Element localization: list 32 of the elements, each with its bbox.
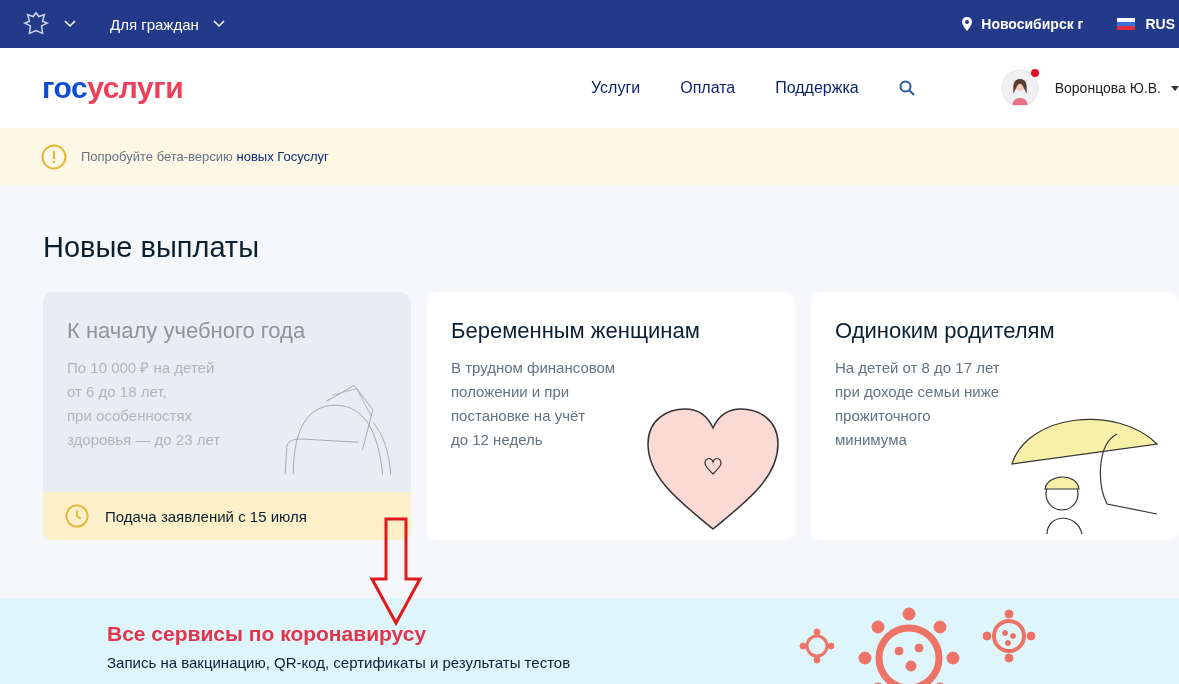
chevron-icon[interactable] bbox=[212, 20, 225, 28]
clock-icon bbox=[65, 504, 89, 528]
caret-icon[interactable] bbox=[1171, 85, 1179, 91]
card-description: В трудном финансовом положении и при постановке на учёт до 12 недель bbox=[451, 358, 616, 450]
card-title: К началу учебного года bbox=[67, 318, 306, 344]
notice-text: Подача заявлений с 15 июля bbox=[105, 507, 307, 525]
chevron-icon[interactable] bbox=[64, 20, 76, 28]
payment-card[interactable]: Одиноким родителям На детей от 8 до 17 лет при доходе семьи ниже прожиточного минимума bbox=[811, 292, 1179, 540]
card-description: На детей от 8 до 17 лет при доходе семьи ниже прожиточного минимума bbox=[835, 358, 1000, 450]
beta-message: Попробуйте бета-версию новых Госуслуг bbox=[81, 149, 329, 164]
section-title: Новые выплаты bbox=[43, 231, 260, 264]
avatar-icon[interactable] bbox=[1000, 69, 1039, 107]
card-title: Беременным женщинам bbox=[451, 318, 700, 344]
covid-banner[interactable]: Все сервисы по коронавирусу Запись на вакцинацию, QR-код, сертификаты и результаты тестов bbox=[0, 598, 1179, 684]
card-title: Одиноким родителям bbox=[835, 318, 1055, 344]
warning-icon bbox=[41, 143, 67, 170]
location-pin-icon bbox=[962, 17, 973, 31]
nav-link[interactable]: Поддержка bbox=[775, 79, 859, 97]
search-icon[interactable] bbox=[898, 80, 915, 96]
beta-link[interactable]: новых Госуслуг bbox=[236, 149, 329, 164]
card-description: По 10 000 ₽ на детей от 6 до 18 лет, при особенностях здоровья — до 23 лет bbox=[67, 358, 221, 450]
user-menu[interactable]: Воронцова Ю.В. bbox=[1054, 80, 1161, 96]
nav-link[interactable]: Оплата bbox=[680, 79, 736, 97]
payment-card[interactable]: Беременным женщинам В трудном финансовом положении и при постановке на учёт до 12 недель bbox=[427, 292, 795, 540]
language-label[interactable]: RUS bbox=[1145, 16, 1175, 32]
nav-link[interactable]: Услуги bbox=[591, 79, 641, 97]
logo[interactable]: госуслуги bbox=[42, 71, 184, 105]
covid-subtitle: Запись на вакцинацию, QR-код, сертификаты и результаты тестов bbox=[107, 654, 572, 671]
audience-menu[interactable]: Для граждан bbox=[110, 15, 199, 33]
covid-title: Все сервисы по коронавирусу bbox=[107, 622, 428, 646]
flag-icon bbox=[1117, 18, 1136, 30]
location-link[interactable]: Новосибирск г bbox=[981, 16, 1084, 32]
